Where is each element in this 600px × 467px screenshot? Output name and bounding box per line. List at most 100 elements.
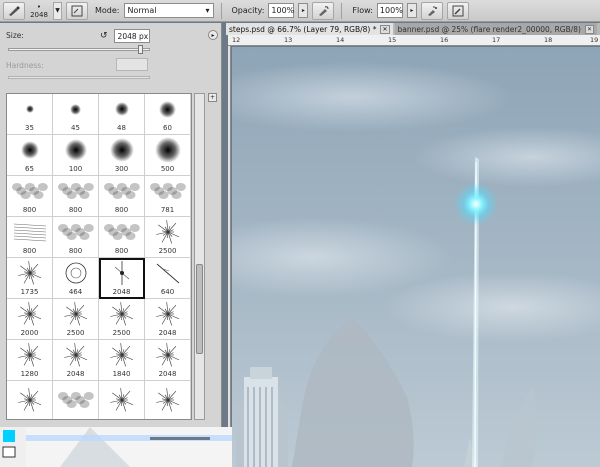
brush-preset-cell[interactable] (53, 381, 99, 419)
burst-brush-icon (155, 388, 179, 412)
cloud-brush-icon (57, 392, 94, 408)
opacity-slider-toggle[interactable]: ▸ (298, 3, 309, 18)
size-slider[interactable] (8, 45, 150, 54)
flow-slider-toggle[interactable]: ▸ (406, 3, 417, 18)
document-tabs: steps.psd @ 66.7% (Layer 79, RGB/8) * ✕ … (226, 23, 600, 35)
cloud-brush-icon (149, 183, 186, 199)
pen-pressure-icon (319, 5, 329, 16)
size-row: Size: (6, 31, 24, 40)
brush-preset-size: 2048 (112, 288, 131, 296)
brush-preset-cell[interactable]: 48 (99, 94, 145, 135)
brush-preset-cell[interactable]: 2500 (99, 299, 145, 340)
size-input[interactable]: 2048 px (113, 29, 150, 43)
brush-preset-cell[interactable] (99, 381, 145, 419)
flow-field[interactable]: 100% (376, 3, 403, 18)
tab-steps-psd[interactable]: steps.psd @ 66.7% (Layer 79, RGB/8) * ✕ (226, 23, 393, 35)
brush-preset-size: 464 (68, 288, 83, 296)
tab-banner-psd[interactable]: banner.psd @ 25% (flare render2_00000, R… (394, 23, 598, 35)
close-icon[interactable]: ✕ (584, 24, 595, 34)
brush-preset-cell[interactable]: 60 (145, 94, 191, 135)
brush-thumbnail (53, 94, 98, 124)
brush-preset-cell[interactable]: 100 (53, 135, 99, 176)
opacity-field[interactable]: 100% (268, 3, 295, 18)
brush-preset-size: 800 (68, 247, 83, 255)
brush-thumbnail (145, 299, 190, 329)
brush-preset-cell[interactable]: 65 (7, 135, 53, 176)
brush-preset-cell[interactable] (145, 381, 191, 419)
brush-preset-cell[interactable]: 1840 (99, 340, 145, 381)
cloud-brush-icon (103, 183, 140, 199)
brush-preset-cell[interactable]: 2048 (53, 340, 99, 381)
brush-preset-cell[interactable]: 45 (53, 94, 99, 135)
brush-preset-cell[interactable]: 800 (99, 217, 145, 258)
panel-menu-button[interactable]: ▸ (208, 30, 218, 40)
brush-preset-cell[interactable]: 464 (53, 258, 99, 299)
brush-preset-cell[interactable]: 300 (99, 135, 145, 176)
brush-preset-cell[interactable]: 781 (145, 176, 191, 217)
brush-thumbnail (53, 176, 98, 206)
brush-thumbnail (99, 217, 144, 247)
brush-tool-preset-button[interactable] (3, 1, 25, 20)
burst-brush-icon (155, 220, 179, 244)
close-icon[interactable]: ✕ (380, 24, 390, 34)
brush-preset-cell[interactable]: 35 (7, 94, 53, 135)
chevron-down-icon: ▾ (205, 6, 210, 15)
cloud-brush-icon (11, 183, 48, 199)
brush-preset-size: 60 (163, 124, 172, 132)
brush-preset-cell[interactable] (7, 381, 53, 419)
brush-preset-cell[interactable]: 2000 (7, 299, 53, 340)
brush-preset-size: 640 (160, 288, 175, 296)
ruler-label: 13 (284, 36, 293, 44)
brush-preset-cell[interactable]: 1735 (7, 258, 53, 299)
mode-select[interactable]: Normal ▾ (123, 3, 214, 18)
brush-preset-cell[interactable]: 2048 (145, 340, 191, 381)
brush-thumbnail (53, 217, 98, 247)
size-slider-thumb[interactable] (138, 45, 144, 54)
brush-preset-cell[interactable]: 2500 (53, 299, 99, 340)
preset-scrollbar[interactable] (194, 93, 205, 420)
brush-preset-cell[interactable]: 2500 (145, 217, 191, 258)
brush-thumbnail (7, 340, 52, 370)
opacity-label: Opacity: (231, 6, 265, 15)
burst-brush-icon (17, 388, 41, 412)
canvas-bottom-strip (0, 427, 232, 467)
airbrush-icon (427, 5, 437, 16)
divider (341, 2, 343, 19)
brush-thumbnail (7, 135, 52, 165)
opacity-value: 100% (271, 6, 295, 15)
document-canvas[interactable] (232, 47, 600, 467)
brush-preset-cell[interactable]: 1280 (7, 340, 53, 381)
brush-thumbnail (53, 135, 98, 165)
brush-preset-cell[interactable]: 800 (7, 176, 53, 217)
brush-icon (9, 6, 20, 16)
airbrush-button[interactable] (420, 1, 443, 20)
ruler-label: 18 (544, 36, 553, 44)
tab-label: steps.psd @ 66.7% (Layer 79, RGB/8) * (229, 24, 377, 34)
pressure-size-button[interactable] (446, 1, 469, 20)
burst-brush-icon (109, 302, 133, 326)
new-preset-button[interactable]: + (208, 93, 217, 102)
hardness-label: Hardness: (6, 61, 44, 70)
brush-preset-cell[interactable]: 800 (53, 217, 99, 258)
brush-preset-cell[interactable]: 800 (99, 176, 145, 217)
brush-preset-cell[interactable]: 800 (7, 217, 53, 258)
brush-preset-cell[interactable]: 2048 (99, 258, 145, 299)
brush-panel-toggle-button[interactable] (66, 1, 88, 20)
brush-thumbnail (145, 217, 190, 247)
scrollbar-thumb[interactable] (196, 264, 203, 354)
brush-preset-cell[interactable]: 640 (145, 258, 191, 299)
soft-round-brush-icon (114, 102, 129, 116)
brush-thumbnail (145, 135, 190, 165)
reset-size-icon[interactable]: ↺ (100, 31, 108, 41)
tab-label: banner.psd @ 25% (flare render2_00000, R… (397, 24, 581, 34)
brush-picker-dropdown[interactable]: ▼ (53, 1, 62, 20)
canvas-artwork-strip (0, 427, 232, 467)
soft-round-brush-icon (20, 141, 39, 159)
brush-picker[interactable]: • 2048 (29, 3, 49, 19)
pressure-opacity-button[interactable] (312, 1, 335, 20)
brush-preset-cell[interactable]: 800 (53, 176, 99, 217)
brush-preset-cell[interactable]: 500 (145, 135, 191, 176)
soft-round-brush-icon (109, 138, 134, 162)
brush-preset-cell[interactable]: 2048 (145, 299, 191, 340)
vertical-ruler (228, 46, 231, 467)
